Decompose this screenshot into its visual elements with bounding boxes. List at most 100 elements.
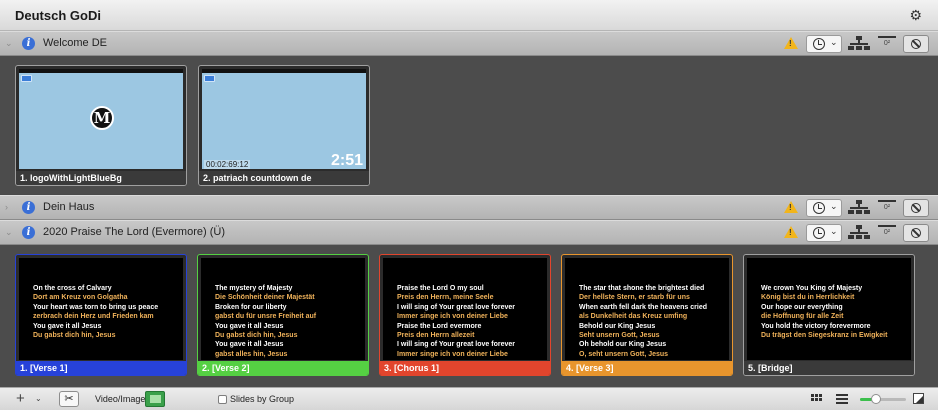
slides-by-group-checkbox[interactable]	[218, 395, 227, 404]
network-icon[interactable]	[848, 36, 870, 52]
slide-label: 3. [Chorus 1]	[380, 361, 550, 375]
network-icon[interactable]	[848, 200, 870, 216]
lyric-line: Preis den Herrn, meine Seele	[397, 294, 494, 302]
counter-icon[interactable]: 0²	[878, 225, 896, 240]
disable-icon	[911, 39, 921, 49]
timecode: 00:02:69:12	[204, 160, 251, 169]
lyric-line: Die Schönheit deiner Majestät	[215, 294, 315, 302]
group-header-praise-the-lord[interactable]: ⌄ i 2020 Praise The Lord (Evermore) (Ü) …	[0, 220, 938, 245]
list-view-icon[interactable]	[836, 394, 848, 404]
lyric-line: Du trägst den Siegeskranz in Ewigkeit	[761, 332, 888, 340]
slide-thumbnail[interactable]: We crown You King of Majesty König bist d…	[743, 254, 915, 376]
grid-view-icon[interactable]	[811, 394, 823, 404]
lyric-line: I will sing of Your great love forever	[397, 303, 515, 311]
timer-dropdown-button[interactable]: ⌄	[806, 224, 842, 242]
logo-icon: M	[90, 106, 114, 130]
countdown-time: 2:51	[330, 152, 363, 169]
group-name: Dein Haus	[43, 201, 95, 213]
lyric-line: We crown You King of Majesty	[761, 285, 863, 292]
lyric-line: When earth fell dark the heavens cried	[579, 303, 707, 311]
network-icon[interactable]	[848, 225, 870, 241]
warning-icon[interactable]: !	[784, 37, 798, 49]
zoom-slider-knob[interactable]	[871, 394, 882, 404]
slide-thumbnail[interactable]: M 1. logoWithLightBlueBg	[15, 65, 187, 186]
title-bar: Deutsch GoDi ⚙	[0, 0, 938, 31]
slide-label: 1. logoWithLightBlueBg	[16, 171, 186, 185]
timer-dropdown-button[interactable]: ⌄	[806, 35, 842, 53]
lyric-line: Immer singe ich von deiner Liebe	[397, 313, 508, 321]
counter-icon[interactable]: 0²	[878, 36, 896, 51]
chevron-down-icon[interactable]: ⌄	[5, 227, 13, 238]
lyric-line: Broken for our liberty	[215, 303, 287, 311]
resize-icon[interactable]	[913, 393, 924, 404]
group-name: Welcome DE	[43, 37, 107, 49]
lyric-line: You gave it all Jesus	[215, 322, 284, 330]
slide-preview: Praise the Lord O my soul Preis den Herrn…	[383, 258, 547, 360]
slide-label: 1. [Verse 1]	[16, 361, 186, 375]
lyric-text: The star that shone the brightest died De…	[579, 284, 723, 359]
lyric-line: You gave it all Jesus	[215, 341, 284, 349]
info-icon[interactable]: i	[22, 201, 35, 214]
chevron-down-icon[interactable]: ⌄	[35, 394, 42, 403]
slide-thumbnail[interactable]: Praise the Lord O my soul Preis den Herrn…	[379, 254, 551, 376]
video-badge-icon	[204, 75, 215, 82]
info-icon[interactable]: i	[22, 226, 35, 239]
info-icon[interactable]: i	[22, 37, 35, 50]
disable-button[interactable]	[903, 199, 929, 217]
slide-thumbnail[interactable]: On the cross of Calvary Dort am Kreuz von…	[15, 254, 187, 376]
lyric-line: Praise the Lord O my soul	[397, 285, 484, 292]
add-icon[interactable]: +	[16, 390, 25, 407]
clock-icon	[813, 38, 825, 50]
lyric-line: Oh behold our King Jesus	[579, 341, 667, 349]
slide-preview: On the cross of Calvary Dort am Kreuz von…	[19, 258, 183, 360]
chevron-down-icon: ⌄	[830, 201, 838, 211]
gear-icon[interactable]: ⚙	[909, 7, 922, 24]
slide-label: 2. [Verse 2]	[198, 361, 368, 375]
lyric-line: Our hope our everything	[761, 303, 843, 311]
slide-thumbnail[interactable]: The star that shone the brightest died De…	[561, 254, 733, 376]
scissors-icon[interactable]: ✂	[59, 391, 79, 407]
lyric-line: als Dunkelheit das Kreuz umfing	[579, 313, 688, 321]
warning-icon[interactable]: !	[784, 201, 798, 213]
lyric-line: On the cross of Calvary	[33, 285, 112, 292]
bottom-toolbar: + ⌄ ✂ Video/Image Slides by Group	[0, 387, 938, 410]
slide-preview: The mystery of Majesty Die Schönheit dein…	[201, 258, 365, 360]
image-icon	[150, 395, 161, 403]
lyric-line: Your heart was torn to bring us peace	[33, 303, 159, 311]
timer-dropdown-button[interactable]: ⌄	[806, 199, 842, 217]
lyric-line: You hold the victory forevermore	[761, 322, 871, 330]
lyric-text: We crown You King of Majesty König bist d…	[761, 284, 905, 340]
lyric-line: Immer singe ich von deiner Liebe	[397, 350, 508, 358]
disable-button[interactable]	[903, 35, 929, 53]
chevron-right-icon[interactable]: ›	[5, 202, 8, 212]
lyric-line: gabst du für unsre Freiheit auf	[215, 313, 317, 321]
slide-label: 5. [Bridge]	[744, 361, 914, 375]
zoom-slider[interactable]	[860, 394, 906, 404]
lyric-line: die Hoffnung für alle Zeit	[761, 313, 844, 321]
slide-label: 2. patriach countdown de	[199, 171, 369, 185]
group-header-welcome[interactable]: ⌄ i Welcome DE ! ⌄ 0²	[0, 31, 938, 56]
chevron-down-icon: ⌄	[830, 226, 838, 236]
lyric-text: Praise the Lord O my soul Preis den Herrn…	[397, 284, 541, 359]
lyric-line: Praise the Lord evermore	[397, 322, 482, 330]
lyric-line: gabst alles hin, Jesus	[215, 350, 288, 358]
disable-button[interactable]	[903, 224, 929, 242]
slide-label: 4. [Verse 3]	[562, 361, 732, 375]
lyric-line: The mystery of Majesty	[215, 285, 293, 292]
disable-icon	[911, 203, 921, 213]
clock-icon	[813, 202, 825, 214]
slide-thumbnail[interactable]: 00:02:69:12 2:51 2. patriach countdown d…	[198, 65, 370, 186]
chevron-down-icon[interactable]: ⌄	[5, 38, 13, 49]
video-image-label: Video/Image	[95, 394, 146, 404]
counter-icon[interactable]: 0²	[878, 200, 896, 215]
lyric-line: zerbrach dein Herz und Frieden kam	[33, 313, 154, 321]
window-title: Deutsch GoDi	[15, 8, 101, 23]
slide-preview: The star that shone the brightest died De…	[565, 258, 729, 360]
slide-thumbnail[interactable]: The mystery of Majesty Die Schönheit dein…	[197, 254, 369, 376]
warning-icon[interactable]: !	[784, 226, 798, 238]
clock-icon	[813, 227, 825, 239]
video-image-button[interactable]	[145, 391, 165, 407]
group-header-dein-haus[interactable]: › i Dein Haus ! ⌄ 0²	[0, 195, 938, 220]
slide-preview: We crown You King of Majesty König bist d…	[747, 258, 911, 360]
slides-by-group-label: Slides by Group	[230, 394, 295, 404]
